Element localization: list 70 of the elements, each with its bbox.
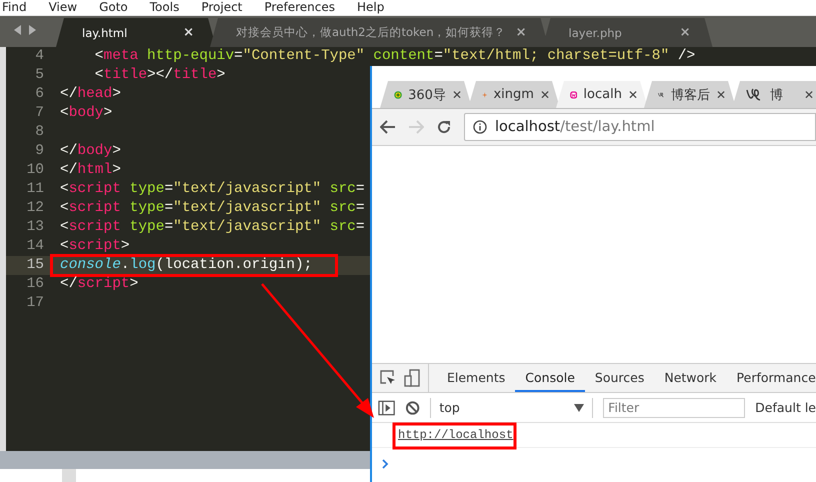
devtools-tab[interactable]: Console <box>515 364 585 392</box>
clear-console-icon[interactable] <box>405 400 420 416</box>
line-number: 9 <box>34 144 45 159</box>
devtools-tab[interactable]: Elements <box>437 364 516 392</box>
log-levels-dropdown[interactable]: Default le <box>755 400 816 415</box>
close-icon[interactable]: ✕ <box>804 88 814 102</box>
line-number: 5 <box>34 68 45 83</box>
close-icon[interactable]: × <box>183 25 194 40</box>
context-dropdown[interactable]: top <box>430 398 594 418</box>
code-line: <script type="text/javascript" src= <box>60 201 365 216</box>
browser-tab[interactable]: 博客后 ✕ <box>644 81 736 108</box>
close-icon[interactable]: ✕ <box>716 88 726 102</box>
menu-item[interactable]: Goto <box>99 0 128 15</box>
menu-item[interactable]: Project <box>201 0 242 15</box>
line-number: 16 <box>26 277 45 292</box>
close-icon[interactable]: × <box>680 25 691 40</box>
address-bar[interactable]: localhost/test/lay.html <box>464 113 816 141</box>
code-line: <script type="text/javascript" src= <box>60 182 365 197</box>
devtools-tab[interactable]: Performance <box>726 364 816 392</box>
code-line: </body> <box>60 144 121 159</box>
line-number: 11 <box>26 182 45 197</box>
scrollbar-thumb[interactable] <box>62 469 76 482</box>
line-number: 12 <box>26 201 45 216</box>
close-icon[interactable]: ✕ <box>452 88 462 102</box>
code-line: <body> <box>60 106 112 121</box>
code-line: <script> <box>60 239 130 254</box>
line-number: 6 <box>34 87 45 102</box>
browser-tab[interactable]: xingm ✕ <box>468 81 560 108</box>
code-line: <meta http-equiv="Content-Type" content="text/html; charset=utf-8" /> <box>94 49 696 64</box>
menu-item[interactable]: Tools <box>150 0 180 15</box>
browser-tab[interactable]: localh ✕ <box>556 81 648 108</box>
menu-item[interactable]: Help <box>356 0 384 15</box>
close-icon[interactable]: ✕ <box>628 88 638 102</box>
line-number: 7 <box>34 106 45 121</box>
line-number: 14 <box>26 239 45 254</box>
code-line: console.log(location.origin); <box>60 258 312 273</box>
code-line: <script type="text/javascript" src= <box>60 220 365 235</box>
devtools-tab[interactable]: Network <box>654 364 727 392</box>
info-icon <box>473 120 487 134</box>
line-number: 10 <box>26 163 45 178</box>
device-icon[interactable] <box>404 369 420 387</box>
tab-label: lay.html <box>82 26 128 40</box>
dropdown-caret-icon <box>574 404 584 412</box>
close-icon[interactable]: ✕ <box>540 88 550 102</box>
menu-item[interactable]: View <box>48 0 78 15</box>
tab-label: 对接会员中心，做auth2之后的token，如何获得？ <box>236 25 506 40</box>
line-number: 8 <box>34 125 45 140</box>
filter-field[interactable]: Filter <box>603 398 746 418</box>
close-icon[interactable]: × <box>516 25 527 40</box>
back-arrow-icon[interactable] <box>380 120 396 134</box>
line-number: 13 <box>26 220 45 235</box>
menu-item[interactable]: Find <box>2 0 27 15</box>
browser-tab[interactable]: 360导 ✕ <box>380 81 472 108</box>
inspect-icon[interactable] <box>380 370 396 386</box>
code-line: </html> <box>60 163 121 178</box>
devtools-tab[interactable]: Sources <box>584 364 654 392</box>
code-line: </script> <box>60 277 138 292</box>
line-number: 4 <box>34 49 45 64</box>
code-line: <title></title> <box>94 68 226 83</box>
line-number: 15 <box>26 258 45 273</box>
menu-item[interactable]: Preferences <box>264 0 335 15</box>
code-line: </head> <box>60 87 121 102</box>
browser-tab[interactable]: 博 ✕ <box>732 81 816 108</box>
prompt-chevron-icon <box>382 459 389 469</box>
tab-label: layer.php <box>568 26 622 40</box>
line-number: 17 <box>26 296 45 311</box>
console-output[interactable]: http://localhost <box>398 428 514 442</box>
file-tab[interactable]: layer.php × <box>542 18 713 47</box>
reload-icon[interactable] <box>436 119 452 135</box>
sidebar-toggle-icon[interactable] <box>378 400 396 416</box>
